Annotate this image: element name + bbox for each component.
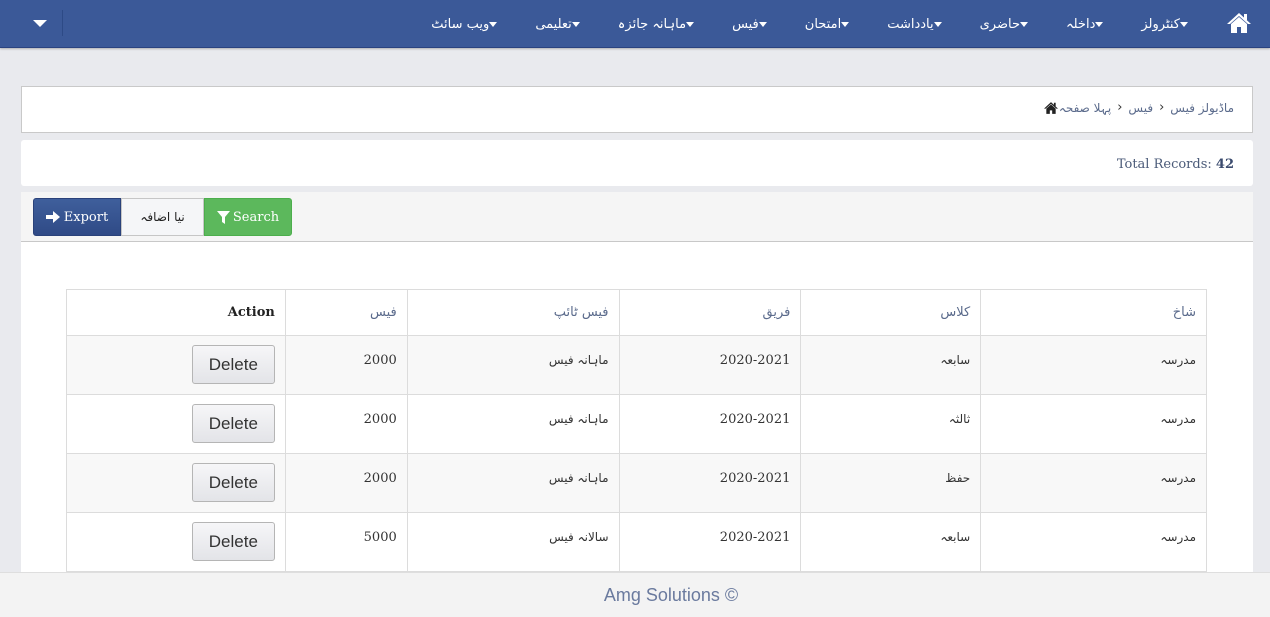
- breadcrumb-panel: پہلا صفحہ ‹ فیس ‹ ماڈیولز فیس: [21, 86, 1253, 133]
- nav-item-label: تعلیمی: [535, 16, 572, 32]
- session-cell: 2020-2021: [618, 394, 802, 454]
- branch-cell: مدرسہ: [980, 335, 1207, 395]
- fee-cell: 2000: [284, 453, 408, 513]
- nav-item-education[interactable]: تعلیمی: [535, 17, 583, 32]
- caret-down-icon: [1020, 21, 1029, 27]
- search-button[interactable]: Search: [204, 198, 292, 236]
- nav-item-label: داخلہ: [1066, 16, 1096, 32]
- fee-type-cell: سالانہ فیس: [406, 512, 620, 572]
- branch-cell: مدرسہ: [980, 512, 1207, 572]
- add-new-label: نیا اضافہ: [140, 210, 185, 224]
- total-records-label: Total Records:: [1116, 157, 1212, 172]
- nav-item-fees[interactable]: فیس: [732, 17, 771, 32]
- session-cell: 2020-2021: [618, 512, 802, 572]
- export-button[interactable]: Export: [33, 198, 121, 236]
- fee-cell: 2000: [284, 335, 408, 395]
- delete-button[interactable]: Delete: [191, 404, 275, 443]
- action-cell: Delete: [66, 512, 286, 572]
- action-cell: Delete: [66, 335, 286, 395]
- breadcrumb-item-home[interactable]: پہلا صفحہ: [1059, 101, 1111, 115]
- column-header-session[interactable]: فریق: [618, 289, 802, 336]
- footer-copyright: Amg Solutions ©: [603, 584, 739, 605]
- action-button-group: Export نیا اضافہ Search: [33, 198, 292, 236]
- caret-down-icon: [933, 21, 942, 27]
- column-header-class[interactable]: کلاس: [800, 289, 982, 336]
- nav-item-admission[interactable]: داخلہ: [1066, 17, 1107, 32]
- fee-cell: 2000: [284, 394, 408, 454]
- chevron-left-icon: ‹: [1159, 100, 1165, 115]
- chevron-left-icon: ‹: [1117, 100, 1123, 115]
- action-cell: Delete: [66, 394, 286, 454]
- column-header-fee-type[interactable]: فیس ٹائپ: [406, 289, 620, 336]
- fee-type-cell: ماہانہ فیس: [406, 453, 620, 513]
- nav-item-monthly-review[interactable]: ماہانہ جائزہ: [618, 17, 698, 32]
- filter-icon: [216, 210, 230, 224]
- fee-type-cell: ماہانہ فیس: [406, 394, 620, 454]
- delete-button[interactable]: Delete: [191, 522, 275, 561]
- nav-item-controls[interactable]: کنٹرولز: [1141, 17, 1192, 32]
- breadcrumb: پہلا صفحہ ‹ فیس ‹ ماڈیولز فیس: [1039, 100, 1234, 115]
- branch-cell: مدرسہ: [980, 394, 1207, 454]
- nav-item-label: فیس: [732, 16, 759, 32]
- nav-menu: کنٹرولز داخلہ حاضری یادداشت امتحان فیس م…: [397, 0, 1192, 48]
- breadcrumb-item-fees[interactable]: فیس: [1128, 101, 1153, 115]
- home-icon[interactable]: [1226, 11, 1252, 35]
- home-icon[interactable]: [1043, 101, 1059, 115]
- nav-item-label: ویب سائٹ: [431, 16, 490, 32]
- nav-item-memorization[interactable]: یادداشت: [887, 17, 945, 32]
- table-panel: Action فیس فیس ٹائپ فریق کلاس شاخ Delete…: [21, 242, 1253, 582]
- action-cell: Delete: [66, 453, 286, 513]
- class-cell: ثالثہ: [800, 394, 982, 454]
- caret-down-icon: [758, 21, 767, 27]
- nav-divider: [62, 10, 63, 36]
- caret-down-icon: [1180, 21, 1188, 27]
- session-cell: 2020-2021: [618, 335, 802, 395]
- footer: Amg Solutions ©: [0, 572, 1270, 617]
- class-cell: حفظ: [800, 453, 982, 513]
- caret-down-icon: [841, 21, 850, 27]
- delete-button[interactable]: Delete: [191, 463, 275, 502]
- table-row: Delete 2000 ماہانہ فیس 2020-2021 حفظ مدر…: [66, 453, 1207, 513]
- nav-item-label: یادداشت: [887, 16, 934, 32]
- export-label: Export: [63, 209, 109, 225]
- column-header-fee[interactable]: فیس: [284, 289, 408, 336]
- fees-table: Action فیس فیس ٹائپ فریق کلاس شاخ Delete…: [66, 289, 1207, 572]
- nav-toggle-button[interactable]: [24, 12, 56, 34]
- nav-item-label: ماہانہ جائزہ: [617, 16, 687, 32]
- top-navbar: کنٹرولز داخلہ حاضری یادداشت امتحان فیس م…: [0, 0, 1270, 48]
- session-cell: 2020-2021: [618, 453, 802, 513]
- table-row: Delete 2000 ماہانہ فیس 2020-2021 ثالثہ م…: [66, 394, 1207, 454]
- caret-down-icon: [1095, 21, 1104, 27]
- caret-down-icon: [33, 19, 47, 27]
- nav-item-attendance[interactable]: حاضری: [980, 17, 1032, 32]
- column-header-branch[interactable]: شاخ: [980, 289, 1207, 336]
- caret-down-icon: [571, 21, 580, 27]
- search-label: Search: [232, 209, 280, 225]
- nav-item-label: امتحان: [804, 16, 842, 32]
- nav-item-exams[interactable]: امتحان: [805, 17, 853, 32]
- records-panel: Total Records: 42: [21, 140, 1253, 186]
- class-cell: سابعہ: [800, 512, 982, 572]
- table-row: Delete 2000 ماہانہ فیس 2020-2021 سابعہ م…: [66, 335, 1207, 395]
- add-new-button[interactable]: نیا اضافہ: [121, 198, 204, 236]
- toolbar: Export نیا اضافہ Search: [21, 192, 1253, 242]
- breadcrumb-item-current: ماڈیولز فیس: [1170, 100, 1234, 115]
- class-cell: سابعہ: [800, 335, 982, 395]
- total-records-count: 42: [1215, 157, 1234, 172]
- total-records: Total Records: 42: [1117, 157, 1234, 172]
- table-header-row: Action فیس فیس ٹائپ فریق کلاس شاخ: [66, 289, 1207, 336]
- arrow-right-icon: [45, 211, 60, 223]
- fee-type-cell: ماہانہ فیس: [406, 335, 620, 395]
- table-row: Delete 5000 سالانہ فیس 2020-2021 سابعہ م…: [66, 512, 1207, 572]
- column-header-action: Action: [66, 289, 286, 336]
- fee-cell: 5000: [284, 512, 408, 572]
- caret-down-icon: [489, 21, 498, 27]
- nav-item-label: کنٹرولز: [1141, 16, 1180, 32]
- branch-cell: مدرسہ: [980, 453, 1207, 513]
- nav-item-label: حاضری: [979, 16, 1021, 32]
- nav-item-website[interactable]: ویب سائٹ: [431, 17, 501, 32]
- delete-button[interactable]: Delete: [191, 345, 275, 384]
- caret-down-icon: [686, 21, 695, 27]
